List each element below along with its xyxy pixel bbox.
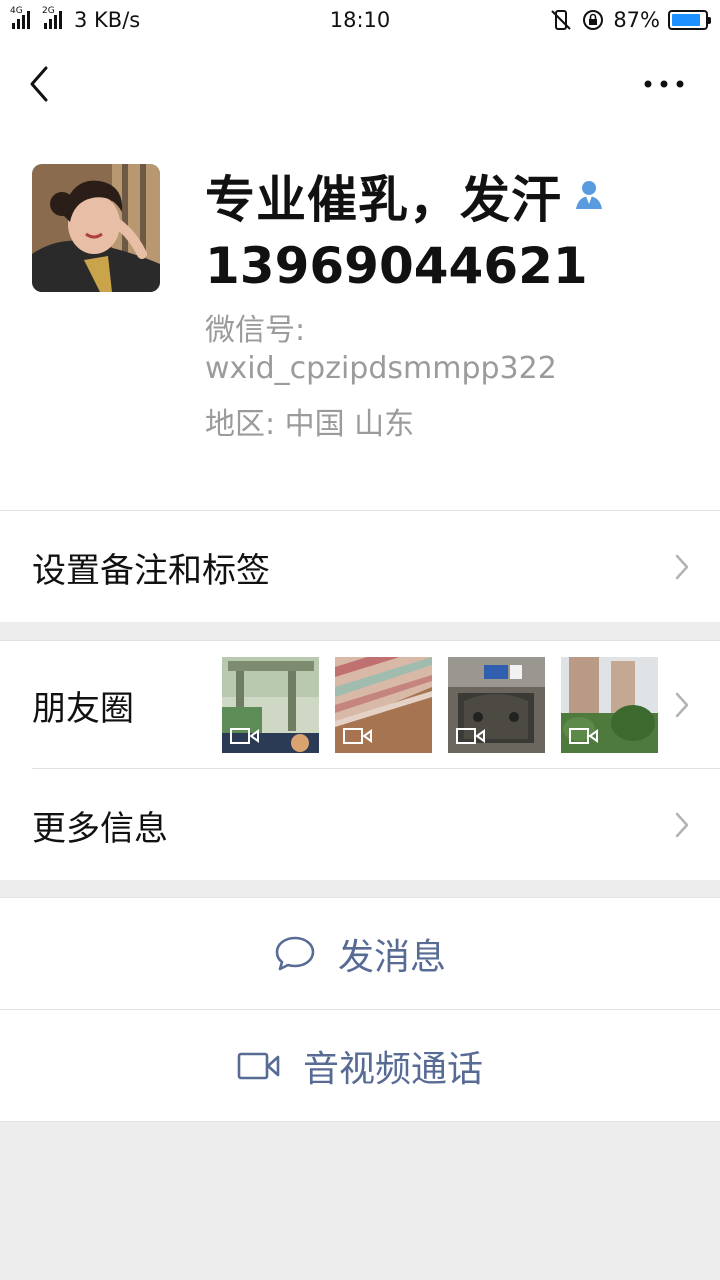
chat-bubble-icon [275, 936, 315, 971]
battery-percent: 87% [613, 8, 660, 32]
send-message-button[interactable]: 发消息 [0, 898, 720, 1010]
remark-tags-row[interactable]: 设置备注和标签 [0, 511, 720, 623]
moments-thumbnail[interactable] [448, 657, 545, 753]
video-call-label: 音视频通话 [302, 1049, 483, 1090]
moments-thumbnails [222, 657, 658, 753]
moments-label: 朋友圈 [32, 688, 134, 729]
rotation-lock-icon [583, 10, 604, 30]
network-speed: 3 KB/s [74, 8, 141, 32]
person-icon [576, 181, 602, 209]
remark-tags-label: 设置备注和标签 [32, 550, 270, 591]
more-info-label: 更多信息 [32, 808, 168, 849]
avatar[interactable] [32, 164, 160, 292]
video-icon [569, 728, 598, 744]
moments-thumbnail[interactable] [561, 657, 658, 753]
contact-profile-screen: 4G 2G 3 KB/s 18:10 87% 专业催乳，发汗 139690446… [0, 0, 720, 1280]
profile-header: 专业催乳，发汗 13969044621 微信号: wxid_cpzipdsmmp… [0, 40, 720, 510]
video-camera-icon [237, 1052, 280, 1080]
wxid-label: 微信号: [205, 313, 306, 348]
more-dots-icon[interactable] [642, 70, 690, 98]
profile-info: 专业催乳，发汗 13969044621 微信号: wxid_cpzipdsmmp… [205, 168, 705, 444]
chevron-right-icon [675, 812, 689, 838]
send-message-label: 发消息 [337, 937, 446, 978]
video-icon [343, 728, 372, 744]
region: 地区: 中国 山东 [205, 407, 415, 442]
info-section: 朋友圈 更多信息 [0, 640, 720, 880]
video-icon [456, 728, 485, 744]
signal-2g-icon: 2G [42, 6, 62, 29]
moments-row[interactable]: 朋友圈 [0, 641, 720, 769]
actions-section: 发消息 音视频通话 [0, 897, 720, 1122]
more-info-row[interactable]: 更多信息 [0, 769, 720, 881]
wxid-value: wxid_cpzipdsmmpp322 [205, 351, 557, 386]
video-call-button[interactable]: 音视频通话 [0, 1010, 720, 1122]
video-icon [230, 728, 259, 744]
status-bar: 4G 2G 3 KB/s 18:10 87% [0, 0, 720, 40]
phone-number: 13969044621 [205, 237, 588, 295]
chevron-right-icon [675, 692, 689, 718]
remark-section: 设置备注和标签 [0, 510, 720, 622]
signal-4g-icon: 4G [10, 6, 30, 29]
moments-thumbnail[interactable] [335, 657, 432, 753]
back-icon[interactable] [22, 60, 62, 108]
battery-icon [668, 10, 711, 30]
chevron-right-icon [675, 554, 689, 580]
nickname: 专业催乳，发汗 [205, 171, 562, 229]
moments-thumbnail[interactable] [222, 657, 319, 753]
vibrate-off-icon [551, 10, 572, 30]
